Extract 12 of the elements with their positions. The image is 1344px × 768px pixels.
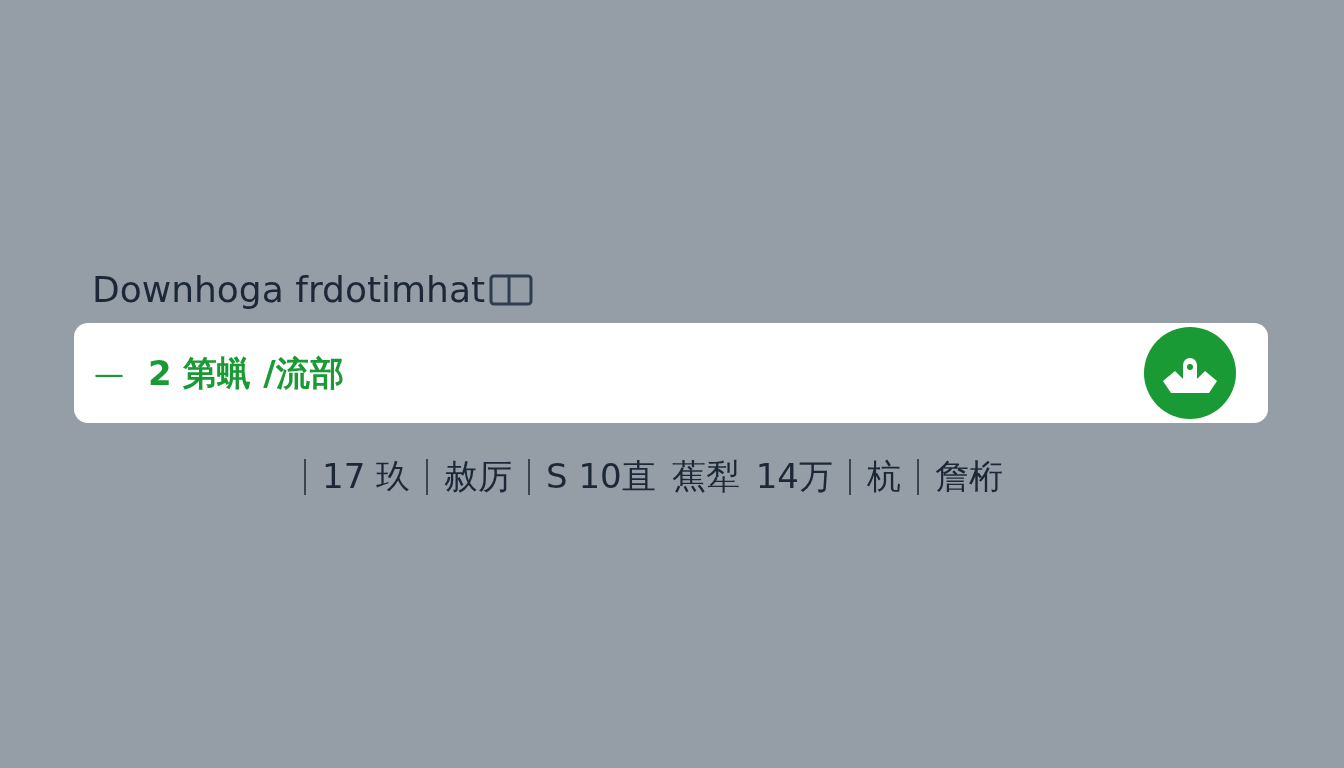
stat-label: 蕉犁 [671, 455, 740, 499]
stat-label: 杭 [867, 455, 901, 499]
stat-label: 17 玖 [322, 455, 411, 499]
window-icon [489, 273, 534, 306]
page-title: Downhoga frdotimhat [92, 268, 486, 312]
search-value: 2 第蝋 /流部 [148, 351, 345, 395]
stat-label: 赦厉 [444, 455, 513, 499]
search-field[interactable]: — 2 第蝋 /流部 [74, 323, 1268, 424]
dash-icon: — [94, 350, 124, 396]
stat-label: S 10直 [546, 455, 656, 499]
stat-label: 14万 [755, 455, 833, 499]
stat-label: 詹桁 [935, 455, 1003, 499]
